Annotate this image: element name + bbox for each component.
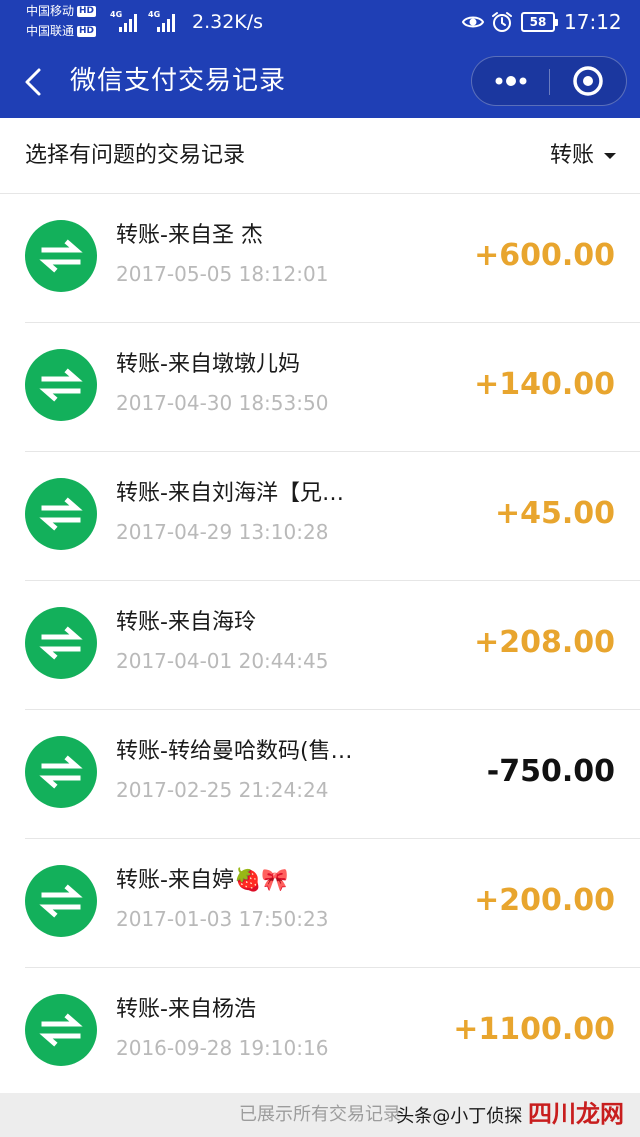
- filter-bar: 选择有问题的交易记录 转账: [0, 118, 640, 194]
- status-bar: 中国移动 HD 中国联通 HD 4G 4G 2.32K/s 58 17:12: [0, 0, 640, 44]
- carrier-1: 中国移动 HD: [26, 4, 97, 18]
- hd-badge: HD: [77, 6, 97, 17]
- type-filter-dropdown[interactable]: 转账: [550, 138, 616, 174]
- transaction-row[interactable]: 转账-转给曼哈数码(售… 2017-02-25 21:24:24 -750.00: [0, 710, 640, 839]
- transaction-time: 2017-02-25 21:24:24: [116, 778, 329, 802]
- close-miniprogram-button[interactable]: [550, 57, 627, 105]
- transaction-amount: +140.00: [474, 367, 615, 402]
- watermark-prefix: 头条@小丁侦探: [396, 1106, 523, 1127]
- back-button[interactable]: [14, 62, 54, 102]
- transaction-title: 转账-来自墩墩儿妈: [116, 352, 300, 377]
- watermark-brand: 四川龙网: [528, 1100, 624, 1128]
- target-circle-icon: [573, 66, 603, 96]
- chevron-left-icon: [25, 68, 41, 96]
- signal-bars-icon: [119, 14, 141, 32]
- transfer-icon: [25, 994, 97, 1066]
- transaction-amount: +600.00: [474, 238, 615, 273]
- caret-down-icon: [604, 153, 616, 159]
- watermark: 头条@小丁侦探 四川龙网: [396, 1096, 624, 1135]
- alarm-clock-icon: [492, 12, 512, 32]
- transaction-row[interactable]: 转账-来自海玲 2017-04-01 20:44:45 +208.00: [0, 581, 640, 710]
- carrier-1-name: 中国移动: [26, 4, 75, 18]
- transaction-amount: +1100.00: [453, 1012, 615, 1047]
- filter-label: 选择有问题的交易记录: [25, 143, 246, 168]
- transaction-title: 转账-来自海玲: [116, 610, 256, 635]
- transaction-row[interactable]: 转账-来自刘海洋【兄… 2017-04-29 13:10:28 +45.00: [0, 452, 640, 581]
- nav-bar: 微信支付交易记录: [0, 44, 640, 118]
- transfer-icon: [25, 607, 97, 679]
- transaction-time: 2017-04-01 20:44:45: [116, 649, 329, 673]
- transfer-icon: [25, 349, 97, 421]
- transaction-amount: +45.00: [494, 496, 615, 531]
- transaction-row[interactable]: 转账-来自圣 杰 2017-05-05 18:12:01 +600.00: [0, 194, 640, 323]
- transaction-time: 2016-09-28 19:10:16: [116, 1036, 329, 1060]
- clock: 17:12: [564, 10, 622, 34]
- network-speed: 2.32K/s: [192, 11, 264, 33]
- type-filter-value: 转账: [549, 143, 594, 168]
- transaction-title: 转账-来自婷🍓🎀: [116, 868, 289, 893]
- transaction-list: 转账-来自圣 杰 2017-05-05 18:12:01 +600.00 转账-…: [0, 194, 640, 1093]
- hd-badge: HD: [77, 26, 97, 37]
- transaction-title: 转账-来自刘海洋【兄…: [116, 481, 344, 506]
- more-button[interactable]: [472, 57, 549, 105]
- carrier-2-name: 中国联通: [26, 24, 75, 38]
- carrier-2: 中国联通 HD: [26, 24, 97, 38]
- transaction-row[interactable]: 转账-来自杨浩 2016-09-28 19:10:16 +1100.00: [0, 968, 640, 1097]
- transaction-time: 2017-05-05 18:12:01: [116, 262, 329, 286]
- more-dots-icon: [495, 76, 527, 86]
- transaction-time: 2017-01-03 17:50:23: [116, 907, 329, 931]
- transfer-icon: [25, 220, 97, 292]
- transaction-title: 转账-来自圣 杰: [116, 223, 263, 248]
- signal-strength-2: 4G: [148, 10, 182, 32]
- signal-bars-icon: [157, 14, 179, 32]
- battery-icon: 58: [521, 12, 558, 32]
- capsule-menu: [471, 56, 627, 106]
- transaction-amount: +208.00: [474, 625, 615, 660]
- transaction-title: 转账-来自杨浩: [116, 997, 256, 1022]
- transaction-time: 2017-04-30 18:53:50: [116, 391, 329, 415]
- transaction-amount: +200.00: [474, 883, 615, 918]
- transfer-icon: [25, 478, 97, 550]
- transfer-icon: [25, 736, 97, 808]
- top-bar: 中国移动 HD 中国联通 HD 4G 4G 2.32K/s 58 17:12 微…: [0, 0, 640, 118]
- transaction-row[interactable]: 转账-来自婷🍓🎀 2017-01-03 17:50:23 +200.00: [0, 839, 640, 968]
- signal-strength-1: 4G: [110, 10, 144, 32]
- page-title: 微信支付交易记录: [70, 66, 287, 96]
- transaction-row[interactable]: 转账-来自墩墩儿妈 2017-04-30 18:53:50 +140.00: [0, 323, 640, 452]
- footer-text: 已展示所有交易记录: [239, 1104, 401, 1125]
- transfer-icon: [25, 865, 97, 937]
- transaction-amount: -750.00: [486, 754, 615, 789]
- eye-icon: [461, 16, 485, 28]
- transaction-title: 转账-转给曼哈数码(售…: [116, 739, 353, 764]
- transaction-time: 2017-04-29 13:10:28: [116, 520, 329, 544]
